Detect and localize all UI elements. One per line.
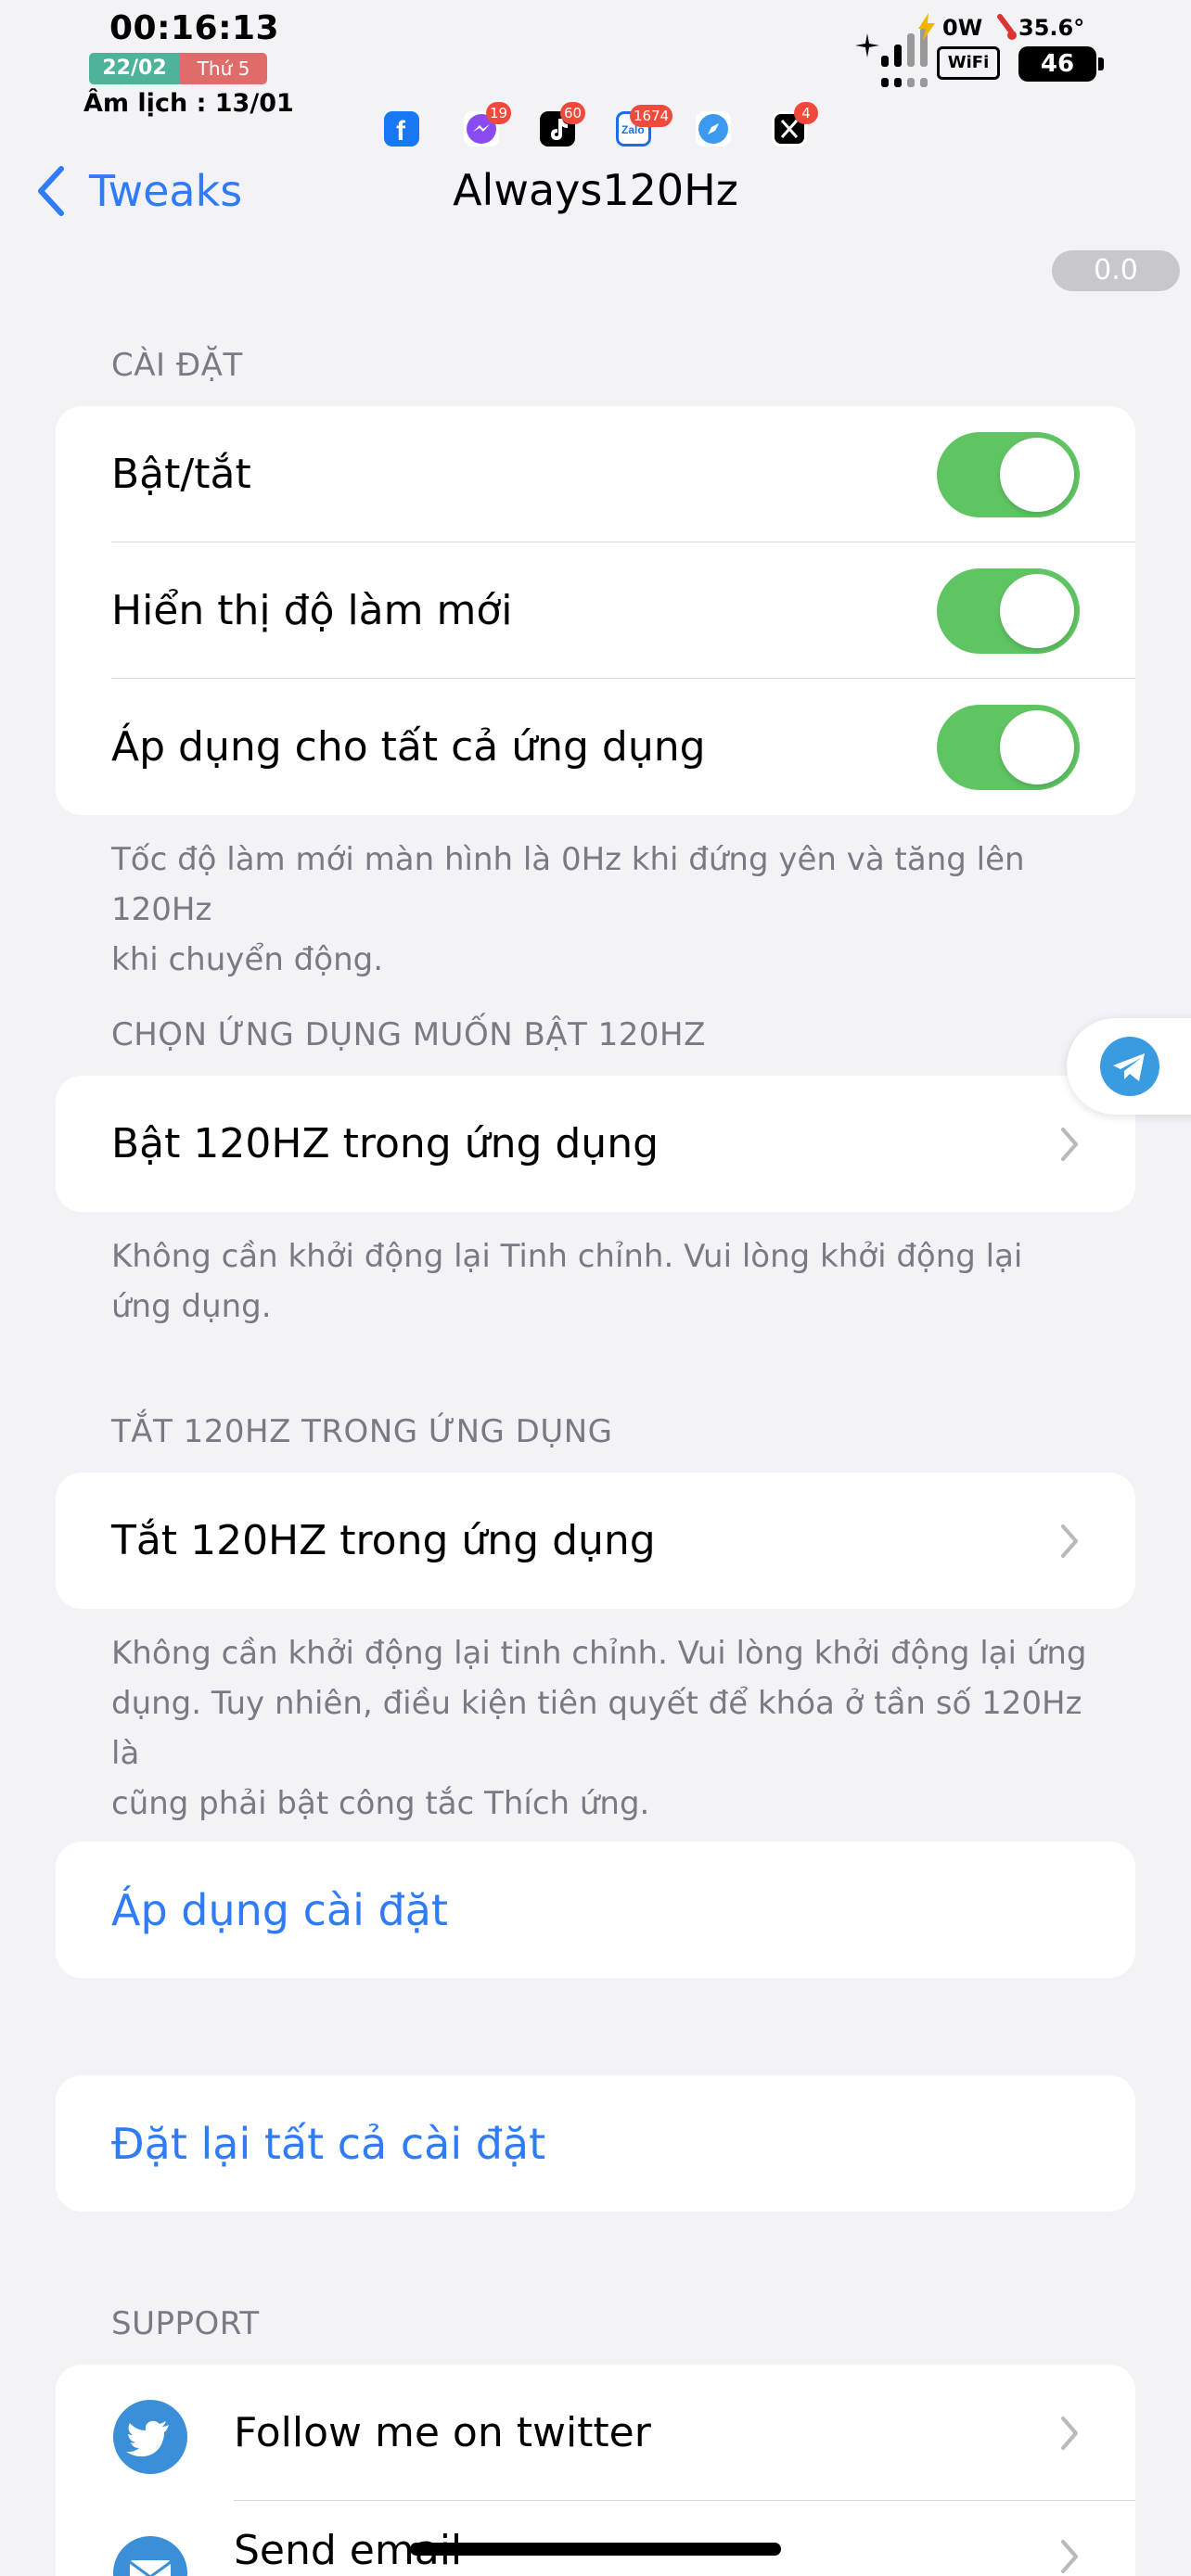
chevron-right-icon — [1061, 1524, 1078, 1558]
thermometer-icon — [994, 13, 1017, 46]
footer-line: dụng. Tuy nhiên, điều kiện tiên quyết để… — [111, 1685, 1082, 1772]
toggle-knob — [1000, 437, 1074, 512]
reset-all-settings-button[interactable]: Đặt lại tất cả cài đặt — [56, 2075, 1135, 2212]
mail-icon — [113, 2536, 187, 2576]
status-weekday: Thứ 5 — [180, 53, 267, 84]
chevron-right-icon — [1061, 2540, 1078, 2573]
telegram-icon — [1100, 1037, 1159, 1096]
section-header-disable-apps: TẮT 120HZ TRONG ỨNG DỤNG — [111, 1413, 613, 1450]
section-header-settings: CÀI ĐẶT — [111, 347, 243, 384]
x-badge: 4 — [794, 102, 818, 124]
follow-twitter-row[interactable]: Follow me on twitter — [56, 2365, 1135, 2501]
facebook-icon: f — [384, 111, 419, 147]
battery-level: 46 — [1018, 46, 1096, 82]
power-draw: 0W — [942, 15, 983, 41]
toggle-row-apply-all-apps: Áp dụng cho tất cả ứng dụng — [56, 679, 1135, 815]
version-badge: 0.0 — [1052, 250, 1180, 291]
footer-line: Tốc độ làm mới màn hình là 0Hz khi đứng … — [111, 841, 1025, 928]
charging-bolt-icon — [916, 13, 937, 45]
choose-apps-footer: Không cần khởi động lại Tinh chỉnh. Vui … — [111, 1231, 1095, 1332]
choose-apps-group: Bật 120HZ trong ứng dụng — [56, 1076, 1135, 1212]
row-label: Bật 120HZ trong ứng dụng — [111, 1120, 660, 1167]
safari-icon — [696, 111, 731, 147]
enable-toggle[interactable] — [937, 431, 1080, 517]
send-email-row[interactable]: Send email — [56, 2501, 1135, 2576]
row-label: Tắt 120HZ trong ứng dụng — [111, 1517, 656, 1564]
tiktok-badge: 60 — [560, 102, 586, 124]
footer-line: cũng phải bật công tắc Thích ứng. — [111, 1785, 650, 1822]
apply-settings-label: Áp dụng cài đặt — [111, 1884, 448, 1935]
row-label: Follow me on twitter — [234, 2409, 651, 2456]
section-header-support: SUPPORT — [111, 2305, 260, 2342]
wifi-indicator: WiFi — [937, 46, 1000, 80]
apply-settings-button[interactable]: Áp dụng cài đặt — [56, 1842, 1135, 1978]
status-lunar-date: Âm lịch : 13/01 — [83, 89, 294, 118]
settings-footer: Tốc độ làm mới màn hình là 0Hz khi đứng … — [111, 835, 1095, 985]
chevron-right-icon — [1061, 2416, 1078, 2450]
toggle-knob — [1000, 573, 1074, 648]
messenger-badge: 19 — [486, 102, 512, 124]
temperature: 35.6° — [1018, 15, 1085, 41]
disable-apps-group: Tắt 120HZ trong ứng dụng — [56, 1473, 1135, 1609]
zalo-icon: Zalo 1674 — [616, 105, 673, 147]
apply-group: Áp dụng cài đặt — [56, 1842, 1135, 1978]
telegram-floating-button[interactable] — [1067, 1018, 1191, 1115]
show-refresh-rate-toggle[interactable] — [937, 567, 1080, 654]
toggle-row-enable: Bật/tắt — [56, 406, 1135, 542]
status-date: 22/02 — [89, 53, 180, 84]
toggle-row-show-refresh-rate: Hiển thị độ làm mới — [56, 542, 1135, 679]
svg-text:f: f — [396, 116, 406, 147]
messenger-icon: 19 — [464, 102, 512, 147]
zalo-badge: 1674 — [630, 105, 673, 127]
tiktok-icon: 60 — [540, 102, 586, 147]
footer-line: Không cần khởi động lại tinh chỉnh. Vui … — [111, 1635, 1087, 1672]
home-indicator — [410, 2543, 781, 2556]
page-title: Always120Hz — [453, 165, 738, 215]
status-time: 00:16:13 — [109, 9, 280, 47]
section-header-choose-apps: CHỌN ỨNG DỤNG MUỐN BẬT 120HZ — [111, 1016, 706, 1053]
enable-120hz-apps-row[interactable]: Bật 120HZ trong ứng dụng — [56, 1076, 1135, 1212]
footer-line: ứng dụng. — [111, 1288, 272, 1325]
footer-line: khi chuyển động. — [111, 941, 384, 978]
row-label: Hiển thị độ làm mới — [111, 587, 513, 634]
footer-line: Không cần khởi động lại Tinh chỉnh. Vui … — [111, 1238, 1023, 1275]
row-label: Áp dụng cho tất cả ứng dụng — [111, 723, 706, 771]
disable-apps-footer: Không cần khởi động lại tinh chỉnh. Vui … — [111, 1628, 1095, 1829]
row-label: Bật/tắt — [111, 451, 251, 498]
toggle-knob — [1000, 709, 1074, 784]
disable-120hz-apps-row[interactable]: Tắt 120HZ trong ứng dụng — [56, 1473, 1135, 1609]
battery-tip — [1098, 57, 1104, 70]
twitter-icon — [113, 2400, 187, 2474]
sparkle-icon — [853, 32, 881, 63]
x-icon: 4 — [772, 102, 818, 147]
apply-all-apps-toggle[interactable] — [937, 704, 1080, 790]
reset-group: Đặt lại tất cả cài đặt — [56, 2075, 1135, 2212]
chevron-right-icon — [1061, 1127, 1078, 1161]
notification-app-icons: f 19 60 Zalo 1674 4 — [380, 102, 818, 150]
settings-group: Bật/tắt Hiển thị độ làm mới Áp dụng cho … — [56, 406, 1135, 815]
reset-settings-label: Đặt lại tất cả cài đặt — [111, 2118, 546, 2169]
